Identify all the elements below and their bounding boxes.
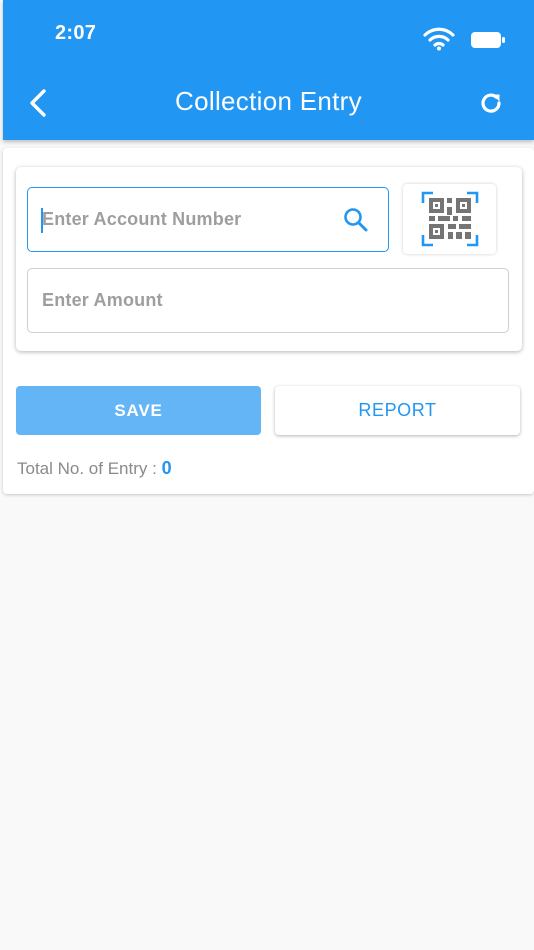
wifi-icon	[423, 27, 455, 56]
app-bar: 2:07 Collection Entry	[3, 0, 534, 140]
total-entries-label: Total No. of Entry :	[17, 459, 162, 478]
battery-icon	[470, 30, 506, 50]
total-entries: Total No. of Entry : 0	[17, 458, 172, 479]
refresh-button[interactable]	[474, 86, 508, 120]
total-entries-count: 0	[161, 458, 172, 478]
amount-placeholder: Enter Amount	[42, 290, 163, 310]
collection-panel: Enter Account Number Enter Amount SAVE R…	[3, 148, 534, 494]
entry-card: Enter Account Number Enter Amount	[16, 167, 522, 351]
status-time: 2:07	[55, 22, 97, 44]
save-button[interactable]: SAVE	[16, 386, 261, 435]
qr-scan-icon	[421, 191, 478, 247]
refresh-icon	[481, 93, 501, 113]
amount-input[interactable]: Enter Amount	[27, 268, 509, 333]
search-icon[interactable]	[342, 206, 370, 239]
account-number-placeholder: Enter Account Number	[42, 209, 242, 229]
account-number-input[interactable]: Enter Account Number	[27, 187, 389, 252]
report-button[interactable]: REPORT	[275, 386, 520, 435]
qr-scan-button[interactable]	[403, 184, 496, 254]
page-title: Collection Entry	[175, 86, 362, 116]
